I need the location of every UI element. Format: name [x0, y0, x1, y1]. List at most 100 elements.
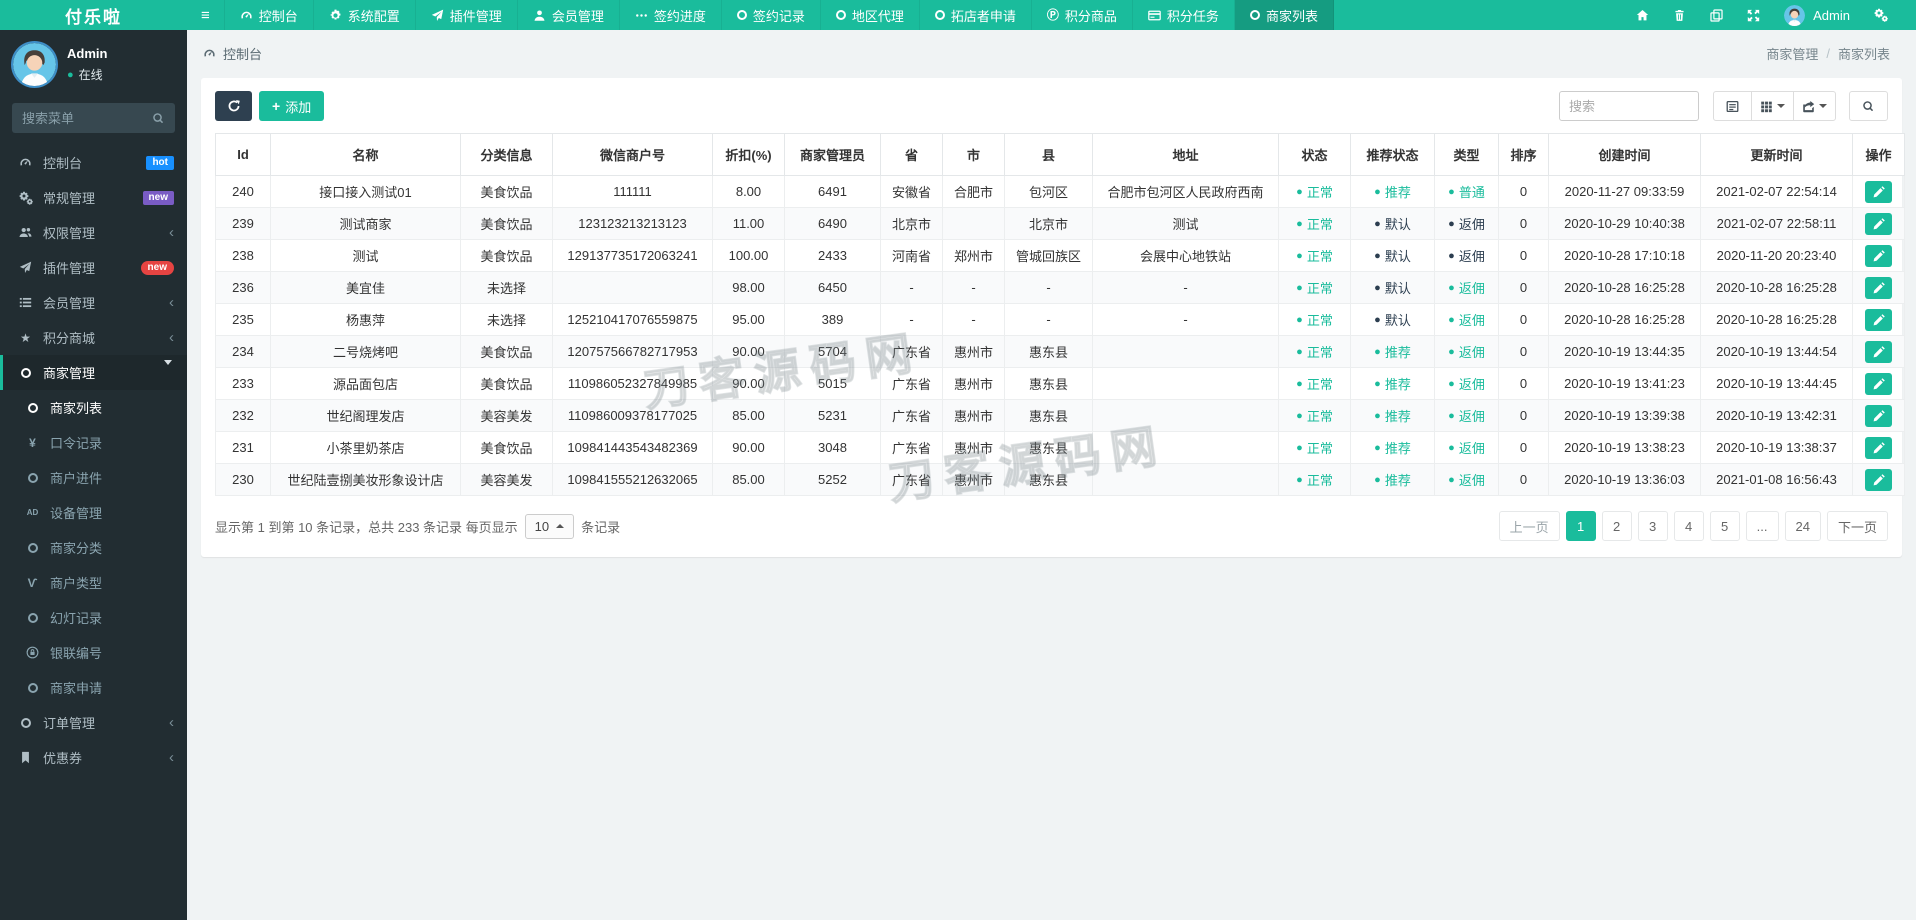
column-header-地址[interactable]: 地址	[1092, 133, 1279, 176]
sidebar-toggle-button[interactable]: ≡	[187, 0, 225, 30]
user-avatar	[1784, 4, 1806, 26]
sidebar-item-订单管理[interactable]: 订单管理 ‹	[0, 705, 187, 740]
user-menu[interactable]: Admin	[1784, 4, 1850, 26]
search-button[interactable]	[1849, 91, 1888, 121]
page-button-...[interactable]: ...	[1745, 511, 1779, 541]
sidebar-item-控制台[interactable]: 控制台 hot	[0, 145, 187, 180]
type-badge: ● 返佣	[1448, 473, 1485, 488]
sidebar-subitem-设备管理[interactable]: AD 设备管理	[0, 495, 187, 530]
toolbar-right	[1559, 91, 1888, 121]
status-dot-icon: ●	[1296, 409, 1303, 422]
column-header-Id[interactable]: Id	[215, 133, 271, 176]
nav-item-控制台[interactable]: 控制台	[225, 0, 314, 30]
column-header-商家管理员[interactable]: 商家管理员	[784, 133, 881, 176]
status-cell: ● 正常	[1278, 399, 1351, 432]
sidebar-subitem-口令记录[interactable]: ¥ 口令记录	[0, 425, 187, 460]
page-button-上一页[interactable]: 上一页	[1498, 511, 1560, 541]
breadcrumb-parent[interactable]: 商家管理	[1766, 44, 1818, 63]
county-cell: -	[1004, 303, 1093, 336]
edit-button[interactable]	[1865, 308, 1892, 331]
sidebar-item-商家管理[interactable]: 商家管理	[0, 355, 187, 390]
edit-button[interactable]	[1865, 244, 1892, 267]
sidebar-subitem-商户进件[interactable]: 商户进件	[0, 460, 187, 495]
recommend-status-cell: ● 推荐	[1350, 399, 1435, 432]
edit-button[interactable]	[1865, 468, 1892, 491]
lock-icon	[26, 646, 39, 659]
refresh-button[interactable]	[215, 91, 252, 121]
brand-logo[interactable]: 付乐啦	[0, 0, 187, 30]
edit-button[interactable]	[1865, 372, 1892, 395]
status-badge: ● 正常	[1296, 377, 1333, 392]
sidebar-item-优惠券[interactable]: 优惠券 ‹	[0, 740, 187, 775]
status-cell: ● 正常	[1278, 175, 1351, 208]
sidebar-subitem-银联编号[interactable]: 银联编号	[0, 635, 187, 670]
nav-item-签约进度[interactable]: 签约进度	[620, 0, 722, 30]
trash-icon[interactable]	[1673, 9, 1686, 22]
nav-item-积分商品[interactable]: Ⓟ 积分商品	[1032, 0, 1133, 30]
nav-item-插件管理[interactable]: 插件管理	[416, 0, 518, 30]
edit-button[interactable]	[1865, 276, 1892, 299]
edit-button[interactable]	[1865, 404, 1892, 427]
edit-button[interactable]	[1865, 180, 1892, 203]
column-header-排序[interactable]: 排序	[1498, 133, 1549, 176]
page-button-4[interactable]: 4	[1673, 511, 1704, 541]
column-header-状态[interactable]: 状态	[1278, 133, 1351, 176]
column-header-更新时间[interactable]: 更新时间	[1700, 133, 1853, 176]
nav-item-地区代理[interactable]: 地区代理	[821, 0, 920, 30]
page-button-1[interactable]: 1	[1565, 511, 1596, 541]
nav-item-商家列表[interactable]: 商家列表	[1234, 0, 1334, 30]
sidebar-item-会员管理[interactable]: 会员管理 ‹	[0, 285, 187, 320]
table-search-input[interactable]	[1559, 91, 1699, 121]
sidebar-subitem-幻灯记录[interactable]: 幻灯记录	[0, 600, 187, 635]
column-header-市[interactable]: 市	[942, 133, 1005, 176]
page-button-5[interactable]: 5	[1709, 511, 1740, 541]
expand-icon[interactable]	[1747, 9, 1760, 22]
sidebar-item-积分商城[interactable]: ★ 积分商城 ‹	[0, 320, 187, 355]
column-header-类型[interactable]: 类型	[1434, 133, 1499, 176]
page-size-dropdown[interactable]: 10	[524, 513, 575, 539]
sidebar-item-插件管理[interactable]: 插件管理 new	[0, 250, 187, 285]
sidebar-subitem-商家列表[interactable]: 商家列表	[0, 390, 187, 425]
column-header-名称[interactable]: 名称	[270, 133, 461, 176]
nav-item-会员管理[interactable]: 会员管理	[518, 0, 620, 30]
column-header-推荐状态[interactable]: 推荐状态	[1350, 133, 1435, 176]
column-header-省[interactable]: 省	[880, 133, 943, 176]
type-badge: ● 普通	[1448, 185, 1485, 200]
column-header-县[interactable]: 县	[1004, 133, 1093, 176]
sidebar-search-input[interactable]	[22, 110, 146, 126]
home-icon[interactable]	[1636, 9, 1649, 22]
nav-item-拓店者申请[interactable]: 拓店者申请	[920, 0, 1032, 30]
edit-button[interactable]	[1865, 212, 1892, 235]
settings-gears-icon[interactable]	[1874, 8, 1888, 22]
edit-button[interactable]	[1865, 340, 1892, 363]
column-header-分类信息[interactable]: 分类信息	[460, 133, 553, 176]
column-header-创建时间[interactable]: 创建时间	[1548, 133, 1701, 176]
city-cell: -	[942, 271, 1005, 304]
sidebar: Admin ● 在线 控制台 hot 常规管理 new 权限管理 ‹ 插件管理 new 会员管理…	[0, 30, 187, 920]
column-header-折扣(%)[interactable]: 折扣(%)	[712, 133, 785, 176]
column-header-操作[interactable]: 操作	[1852, 133, 1905, 176]
nav-item-积分任务[interactable]: 积分任务	[1133, 0, 1235, 30]
page-button-2[interactable]: 2	[1601, 511, 1632, 541]
search-icon[interactable]	[152, 112, 165, 125]
sidebar-subitem-商家申请[interactable]: 商家申请	[0, 670, 187, 705]
page-button-24[interactable]: 24	[1784, 511, 1821, 541]
sidebar-subitem-商户类型[interactable]: Ѵ 商户类型	[0, 565, 187, 600]
columns-button[interactable]	[1751, 91, 1794, 121]
nav-item-签约记录[interactable]: 签约记录	[722, 0, 821, 30]
nav-item-系统配置[interactable]: 系统配置	[314, 0, 416, 30]
column-header-微信商户号[interactable]: 微信商户号	[552, 133, 713, 176]
add-button[interactable]: + 添加	[259, 91, 325, 121]
sidebar-item-常规管理[interactable]: 常规管理 new	[0, 180, 187, 215]
address-cell: -	[1092, 303, 1279, 336]
page-button-3[interactable]: 3	[1637, 511, 1668, 541]
user-icon	[533, 9, 546, 22]
edit-button[interactable]	[1865, 436, 1892, 459]
page-button-下一页[interactable]: 下一页	[1826, 511, 1888, 541]
sidebar-subitem-商家分类[interactable]: 商家分类	[0, 530, 187, 565]
ellipsis-icon	[635, 9, 648, 22]
export-button[interactable]	[1793, 91, 1836, 121]
detail-view-button[interactable]	[1713, 91, 1752, 121]
sidebar-item-权限管理[interactable]: 权限管理 ‹	[0, 215, 187, 250]
copy-icon[interactable]	[1710, 8, 1723, 22]
